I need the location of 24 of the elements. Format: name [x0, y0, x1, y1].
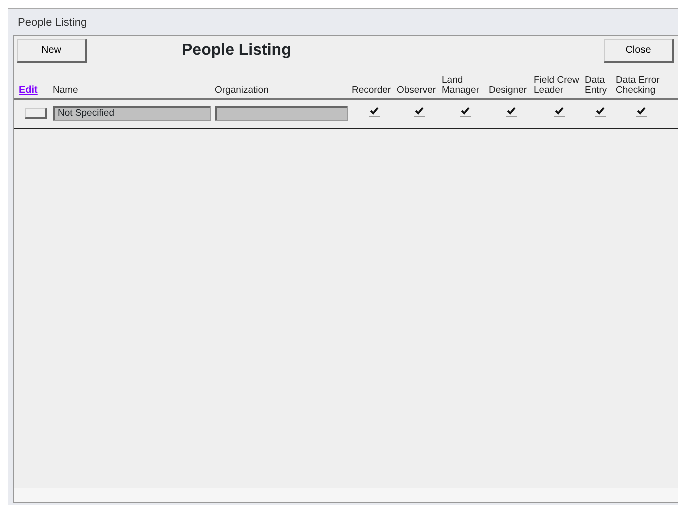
- column-header: Recorder: [352, 85, 392, 96]
- checkbox[interactable]: [460, 107, 471, 117]
- window-title: People Listing: [17, 16, 88, 31]
- checkbox[interactable]: [369, 107, 380, 117]
- checkbox[interactable]: [506, 107, 517, 117]
- column-header: Data Entry: [585, 75, 608, 96]
- column-header: Observer: [397, 85, 436, 96]
- name-field[interactable]: Not Specified: [53, 106, 211, 120]
- close-button[interactable]: Close: [604, 39, 674, 63]
- record-selector[interactable]: [25, 108, 47, 119]
- checkbox[interactable]: [595, 107, 606, 117]
- new-button[interactable]: New: [17, 39, 87, 63]
- column-header: Organization: [215, 85, 269, 96]
- column-header: Field Crew Leader: [534, 75, 580, 96]
- column-header: Designer: [489, 85, 528, 96]
- checkbox[interactable]: [554, 107, 565, 117]
- checkbox[interactable]: [636, 107, 646, 117]
- column-header: Data Error Checking: [616, 75, 660, 96]
- checkbox[interactable]: [414, 107, 425, 117]
- edit-link[interactable]: Edit: [19, 85, 38, 96]
- column-header: Name: [53, 85, 78, 96]
- organization-field[interactable]: [215, 106, 348, 120]
- form-title: People Listing: [182, 41, 292, 61]
- column-header: Land Manager: [442, 75, 480, 96]
